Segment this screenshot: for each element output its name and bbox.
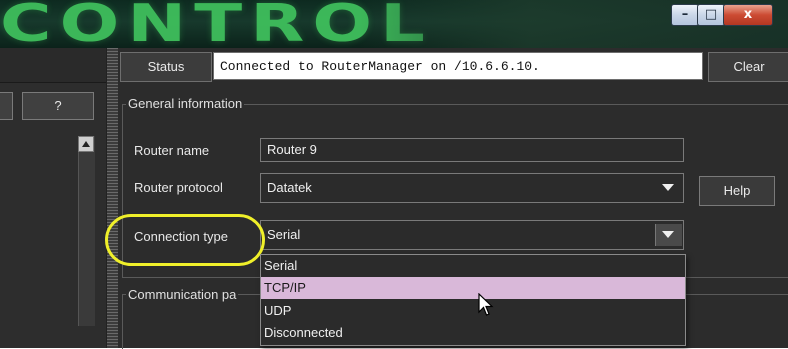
dropdown-option-serial[interactable]: Serial [261,255,685,277]
general-information-title: General information [126,96,245,111]
router-protocol-label: Router protocol [134,180,223,195]
scroll-up-arrow-icon[interactable] [78,136,94,152]
router-name-label: Router name [134,143,210,158]
communication-title: Communication pa [126,287,239,302]
status-label: Status [120,52,212,82]
close-icon: x [743,7,753,22]
left-pane-button[interactable] [0,92,13,120]
help-button[interactable]: Help [699,176,775,206]
connection-type-select[interactable]: Serial [260,220,684,250]
clear-button[interactable]: Clear [708,52,788,82]
dropdown-option-tcpip[interactable]: TCP/IP [261,277,685,299]
title-bar: CONTROL [0,0,788,48]
dropdown-option-disconnected[interactable]: Disconnected [261,322,685,344]
router-protocol-select[interactable]: Datatek [260,173,684,203]
dropdown-option-udp[interactable]: UDP [261,300,685,322]
minimize-icon: – [681,7,689,22]
annotation-highlight-oval [105,214,265,266]
close-button[interactable]: x [723,4,773,26]
maximize-button[interactable]: □ [697,4,725,26]
status-message: Connected to RouterManager on /10.6.6.10… [213,52,703,80]
connection-type-dropdown-list: Serial TCP/IP UDP Disconnected [260,254,686,346]
mouse-pointer-icon [478,293,494,316]
help-question-button[interactable]: ? [22,92,94,120]
router-name-input[interactable]: Router 9 [260,138,684,162]
chevron-down-icon[interactable] [662,184,674,191]
minimize-button[interactable]: – [671,4,699,26]
maximize-icon: □ [704,7,718,22]
chevron-down-icon[interactable] [662,231,674,238]
left-pane-header [0,48,106,83]
left-scrollbar[interactable] [78,136,95,326]
